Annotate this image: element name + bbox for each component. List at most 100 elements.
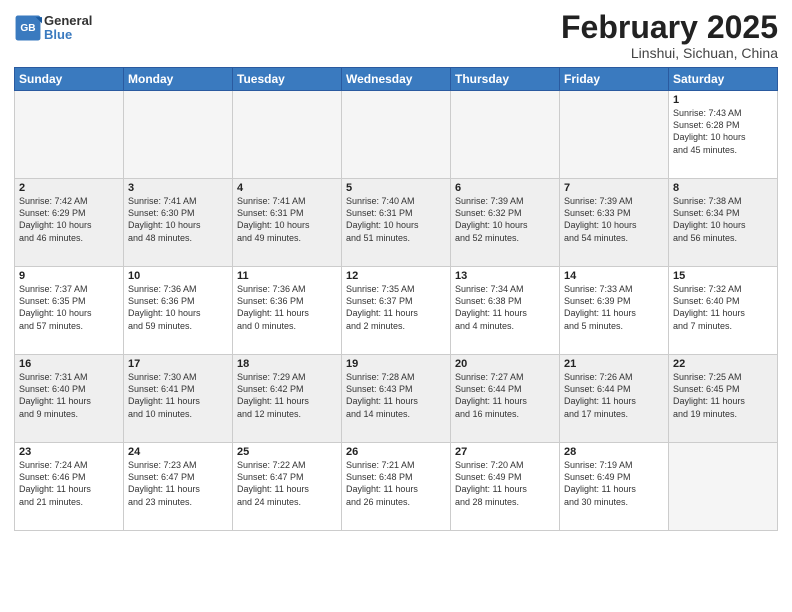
table-cell <box>669 443 778 531</box>
table-cell: 20Sunrise: 7:27 AM Sunset: 6:44 PM Dayli… <box>451 355 560 443</box>
day-number: 4 <box>237 182 337 194</box>
day-info: Sunrise: 7:39 AM Sunset: 6:33 PM Dayligh… <box>564 195 664 244</box>
svg-text:GB: GB <box>20 23 35 34</box>
day-number: 19 <box>346 358 446 370</box>
table-cell: 10Sunrise: 7:36 AM Sunset: 6:36 PM Dayli… <box>124 267 233 355</box>
table-cell: 15Sunrise: 7:32 AM Sunset: 6:40 PM Dayli… <box>669 267 778 355</box>
table-cell: 8Sunrise: 7:38 AM Sunset: 6:34 PM Daylig… <box>669 179 778 267</box>
day-info: Sunrise: 7:37 AM Sunset: 6:35 PM Dayligh… <box>19 283 119 332</box>
day-info: Sunrise: 7:36 AM Sunset: 6:36 PM Dayligh… <box>128 283 228 332</box>
day-number: 6 <box>455 182 555 194</box>
day-info: Sunrise: 7:23 AM Sunset: 6:47 PM Dayligh… <box>128 459 228 508</box>
day-number: 24 <box>128 446 228 458</box>
calendar-header-row: Sunday Monday Tuesday Wednesday Thursday… <box>15 68 778 91</box>
day-number: 26 <box>346 446 446 458</box>
logo: GB General Blue <box>14 14 92 43</box>
day-info: Sunrise: 7:26 AM Sunset: 6:44 PM Dayligh… <box>564 371 664 420</box>
header: GB General Blue February 2025 Linshui, S… <box>14 10 778 61</box>
table-cell: 9Sunrise: 7:37 AM Sunset: 6:35 PM Daylig… <box>15 267 124 355</box>
table-cell: 24Sunrise: 7:23 AM Sunset: 6:47 PM Dayli… <box>124 443 233 531</box>
calendar-subtitle: Linshui, Sichuan, China <box>561 45 778 61</box>
table-cell <box>233 91 342 179</box>
table-cell: 14Sunrise: 7:33 AM Sunset: 6:39 PM Dayli… <box>560 267 669 355</box>
day-info: Sunrise: 7:34 AM Sunset: 6:38 PM Dayligh… <box>455 283 555 332</box>
page-container: GB General Blue February 2025 Linshui, S… <box>0 0 792 612</box>
table-cell: 3Sunrise: 7:41 AM Sunset: 6:30 PM Daylig… <box>124 179 233 267</box>
table-cell: 17Sunrise: 7:30 AM Sunset: 6:41 PM Dayli… <box>124 355 233 443</box>
day-info: Sunrise: 7:28 AM Sunset: 6:43 PM Dayligh… <box>346 371 446 420</box>
day-info: Sunrise: 7:36 AM Sunset: 6:36 PM Dayligh… <box>237 283 337 332</box>
day-info: Sunrise: 7:39 AM Sunset: 6:32 PM Dayligh… <box>455 195 555 244</box>
table-cell: 22Sunrise: 7:25 AM Sunset: 6:45 PM Dayli… <box>669 355 778 443</box>
day-number: 17 <box>128 358 228 370</box>
table-cell: 19Sunrise: 7:28 AM Sunset: 6:43 PM Dayli… <box>342 355 451 443</box>
day-number: 16 <box>19 358 119 370</box>
day-number: 25 <box>237 446 337 458</box>
table-cell: 21Sunrise: 7:26 AM Sunset: 6:44 PM Dayli… <box>560 355 669 443</box>
day-number: 22 <box>673 358 773 370</box>
day-info: Sunrise: 7:33 AM Sunset: 6:39 PM Dayligh… <box>564 283 664 332</box>
table-cell: 25Sunrise: 7:22 AM Sunset: 6:47 PM Dayli… <box>233 443 342 531</box>
table-cell: 7Sunrise: 7:39 AM Sunset: 6:33 PM Daylig… <box>560 179 669 267</box>
table-cell: 1Sunrise: 7:43 AM Sunset: 6:28 PM Daylig… <box>669 91 778 179</box>
day-number: 7 <box>564 182 664 194</box>
day-info: Sunrise: 7:42 AM Sunset: 6:29 PM Dayligh… <box>19 195 119 244</box>
day-number: 5 <box>346 182 446 194</box>
title-block: February 2025 Linshui, Sichuan, China <box>561 10 778 61</box>
day-info: Sunrise: 7:30 AM Sunset: 6:41 PM Dayligh… <box>128 371 228 420</box>
table-cell <box>342 91 451 179</box>
day-number: 9 <box>19 270 119 282</box>
logo-icon: GB <box>14 14 42 42</box>
table-cell: 23Sunrise: 7:24 AM Sunset: 6:46 PM Dayli… <box>15 443 124 531</box>
table-cell: 12Sunrise: 7:35 AM Sunset: 6:37 PM Dayli… <box>342 267 451 355</box>
day-number: 10 <box>128 270 228 282</box>
day-info: Sunrise: 7:20 AM Sunset: 6:49 PM Dayligh… <box>455 459 555 508</box>
table-cell: 27Sunrise: 7:20 AM Sunset: 6:49 PM Dayli… <box>451 443 560 531</box>
table-cell <box>451 91 560 179</box>
day-number: 18 <box>237 358 337 370</box>
col-thursday: Thursday <box>451 68 560 91</box>
week-row-3: 9Sunrise: 7:37 AM Sunset: 6:35 PM Daylig… <box>15 267 778 355</box>
day-number: 28 <box>564 446 664 458</box>
day-info: Sunrise: 7:32 AM Sunset: 6:40 PM Dayligh… <box>673 283 773 332</box>
week-row-1: 1Sunrise: 7:43 AM Sunset: 6:28 PM Daylig… <box>15 91 778 179</box>
table-cell: 13Sunrise: 7:34 AM Sunset: 6:38 PM Dayli… <box>451 267 560 355</box>
col-wednesday: Wednesday <box>342 68 451 91</box>
day-info: Sunrise: 7:25 AM Sunset: 6:45 PM Dayligh… <box>673 371 773 420</box>
table-cell <box>124 91 233 179</box>
day-info: Sunrise: 7:41 AM Sunset: 6:31 PM Dayligh… <box>237 195 337 244</box>
table-cell: 28Sunrise: 7:19 AM Sunset: 6:49 PM Dayli… <box>560 443 669 531</box>
logo-blue: Blue <box>44 28 92 42</box>
col-monday: Monday <box>124 68 233 91</box>
table-cell: 4Sunrise: 7:41 AM Sunset: 6:31 PM Daylig… <box>233 179 342 267</box>
day-info: Sunrise: 7:29 AM Sunset: 6:42 PM Dayligh… <box>237 371 337 420</box>
day-number: 11 <box>237 270 337 282</box>
day-number: 8 <box>673 182 773 194</box>
logo-general: General <box>44 14 92 28</box>
day-info: Sunrise: 7:35 AM Sunset: 6:37 PM Dayligh… <box>346 283 446 332</box>
table-cell: 5Sunrise: 7:40 AM Sunset: 6:31 PM Daylig… <box>342 179 451 267</box>
day-number: 27 <box>455 446 555 458</box>
day-number: 2 <box>19 182 119 194</box>
col-sunday: Sunday <box>15 68 124 91</box>
day-info: Sunrise: 7:41 AM Sunset: 6:30 PM Dayligh… <box>128 195 228 244</box>
calendar-table: Sunday Monday Tuesday Wednesday Thursday… <box>14 67 778 531</box>
calendar-title: February 2025 <box>561 10 778 45</box>
col-friday: Friday <box>560 68 669 91</box>
day-number: 14 <box>564 270 664 282</box>
day-number: 20 <box>455 358 555 370</box>
day-info: Sunrise: 7:22 AM Sunset: 6:47 PM Dayligh… <box>237 459 337 508</box>
day-info: Sunrise: 7:40 AM Sunset: 6:31 PM Dayligh… <box>346 195 446 244</box>
day-info: Sunrise: 7:19 AM Sunset: 6:49 PM Dayligh… <box>564 459 664 508</box>
table-cell <box>560 91 669 179</box>
table-cell: 11Sunrise: 7:36 AM Sunset: 6:36 PM Dayli… <box>233 267 342 355</box>
table-cell: 6Sunrise: 7:39 AM Sunset: 6:32 PM Daylig… <box>451 179 560 267</box>
table-cell: 18Sunrise: 7:29 AM Sunset: 6:42 PM Dayli… <box>233 355 342 443</box>
day-number: 3 <box>128 182 228 194</box>
day-info: Sunrise: 7:31 AM Sunset: 6:40 PM Dayligh… <box>19 371 119 420</box>
week-row-5: 23Sunrise: 7:24 AM Sunset: 6:46 PM Dayli… <box>15 443 778 531</box>
day-number: 21 <box>564 358 664 370</box>
week-row-4: 16Sunrise: 7:31 AM Sunset: 6:40 PM Dayli… <box>15 355 778 443</box>
day-info: Sunrise: 7:38 AM Sunset: 6:34 PM Dayligh… <box>673 195 773 244</box>
day-number: 15 <box>673 270 773 282</box>
